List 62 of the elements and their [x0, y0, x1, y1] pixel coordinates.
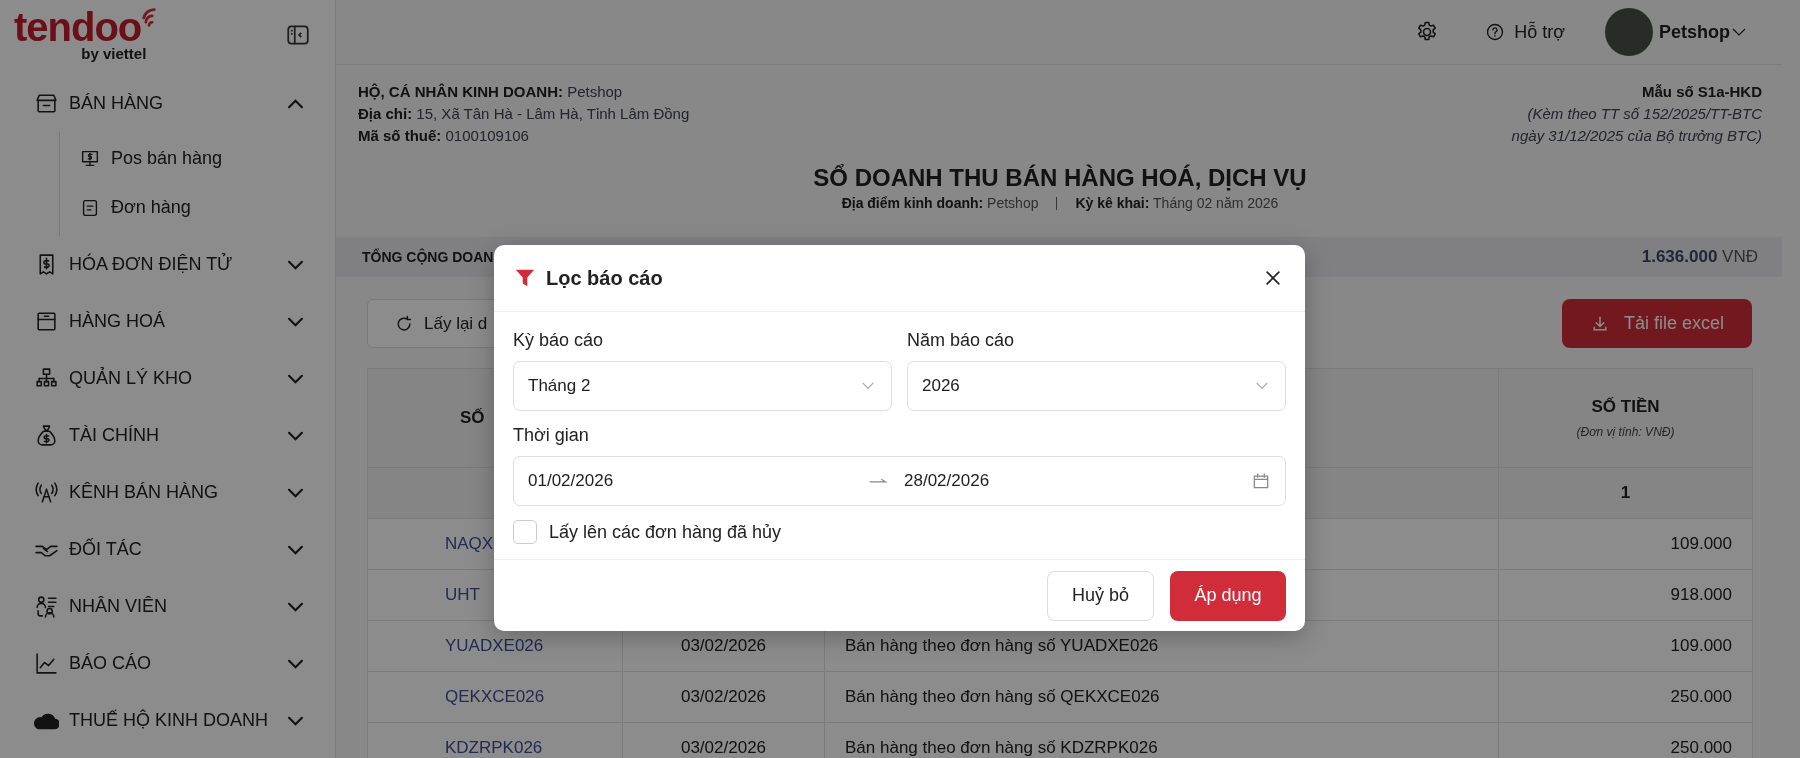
- info-line: Địa chỉ: 15, Xã Tân Hà - Lâm Hà, Tỉnh Lâm Đồng: [358, 104, 690, 124]
- avatar: [1605, 8, 1653, 56]
- calendar-icon: [1251, 471, 1271, 491]
- field-label: Năm báo cáo: [907, 329, 1015, 352]
- antenna-icon: [34, 480, 59, 505]
- filter-icon: [514, 267, 536, 289]
- table-cell: 250.000: [1498, 671, 1753, 723]
- form-note: ngày 31/12/2025 của Bộ trưởng BTC): [1511, 126, 1762, 146]
- table-cell: 109.000: [1498, 620, 1753, 672]
- menu-item[interactable]: ĐỐI TÁC: [0, 521, 335, 578]
- table-cell[interactable]: QEKXCE026: [367, 671, 623, 723]
- user-menu[interactable]: Petshop: [1605, 8, 1748, 56]
- menu-item[interactable]: THUẾ HỘ KINH DOANH: [0, 692, 335, 749]
- close-icon[interactable]: [1263, 268, 1283, 288]
- table-cell: 918.000: [1498, 569, 1753, 621]
- info-line: HỘ, CÁ NHÂN KINH DOANH: Petshop: [358, 82, 624, 102]
- form-note: (Kèm theo TT số 152/2025/TT-BTC: [1526, 104, 1762, 124]
- dialog-title: Lọc báo cáo: [546, 266, 664, 290]
- checkbox[interactable]: [513, 520, 537, 544]
- total-value: 1.636.000 VNĐ: [1641, 247, 1758, 267]
- menu-item[interactable]: BÁN HÀNG: [0, 75, 335, 132]
- menu-item[interactable]: KÊNH BÁN HÀNG: [0, 464, 335, 521]
- box-icon: [34, 309, 59, 334]
- submenu-item[interactable]: Đơn hàng: [60, 183, 335, 232]
- logo-tagline: by viettel: [81, 46, 147, 62]
- money-bag-icon: [34, 423, 59, 448]
- refresh-icon: [394, 313, 414, 334]
- menu-item[interactable]: NHÂN VIÊN: [0, 578, 335, 635]
- signal-waves-icon: [142, 8, 157, 27]
- menu-item[interactable]: HÓA ĐƠN ĐIỆN TỬ: [0, 236, 335, 293]
- menu-item[interactable]: BÁO CÁO: [0, 635, 335, 692]
- select-field[interactable]: 2026: [907, 361, 1286, 411]
- date-range-field[interactable]: 01/02/2026 28/02/2026: [513, 456, 1286, 506]
- table-cell[interactable]: KDZRPK026: [367, 722, 623, 758]
- apply-button[interactable]: Áp dụng: [1170, 570, 1286, 621]
- submenu-item[interactable]: Pos bán hàng: [60, 134, 335, 183]
- field-label: Thời gian: [513, 424, 589, 447]
- meta-text: Kỳ kê khai: Tháng 02 năm 2026: [1075, 194, 1279, 213]
- report-title: SỔ DOANH THU BÁN HÀNG HOÁ, DỊCH VỤ: [812, 163, 1308, 193]
- select-field[interactable]: Tháng 2: [513, 361, 892, 411]
- cancel-button[interactable]: Huỷ bỏ: [1047, 570, 1154, 621]
- help-link[interactable]: Hỗ trợ: [1485, 21, 1565, 43]
- export-excel-button[interactable]: Tải file excel: [1561, 299, 1752, 348]
- table-header-cell: SỐ TIỀN (Đơn vị tính: VNĐ): [1498, 368, 1753, 468]
- table-header-cell: 1: [1498, 467, 1753, 519]
- form-number: Mẫu số S1a-HKD: [1640, 82, 1762, 102]
- help-icon: [1485, 22, 1506, 42]
- menu-item[interactable]: HÀNG HOÁ: [0, 293, 335, 350]
- table-cell: 109.000: [1498, 518, 1753, 570]
- total-label: TỔNG CỘNG DOAN: [362, 249, 494, 265]
- menu-item[interactable]: TÀI CHÍNH: [0, 407, 335, 464]
- store-icon: [34, 91, 59, 116]
- collapse-sidebar-icon[interactable]: [285, 22, 311, 48]
- table-cell: 03/02/2026: [622, 671, 825, 723]
- table-cell: Bán hàng theo đơn hàng số QEKXCE026: [824, 671, 1499, 723]
- meta-text: Địa điểm kinh doanh: Petshop: [841, 194, 1039, 213]
- info-line: Mã số thuế: 0100109106: [358, 126, 530, 146]
- people-icon: [34, 594, 59, 619]
- menu-item[interactable]: QUẢN LÝ KHO: [0, 350, 335, 407]
- line-chart-icon: [34, 651, 59, 676]
- cancelled-orders-checkbox[interactable]: Lấy lên các đơn hàng đã hủy: [513, 520, 781, 544]
- logo-text: tendoo: [14, 8, 142, 46]
